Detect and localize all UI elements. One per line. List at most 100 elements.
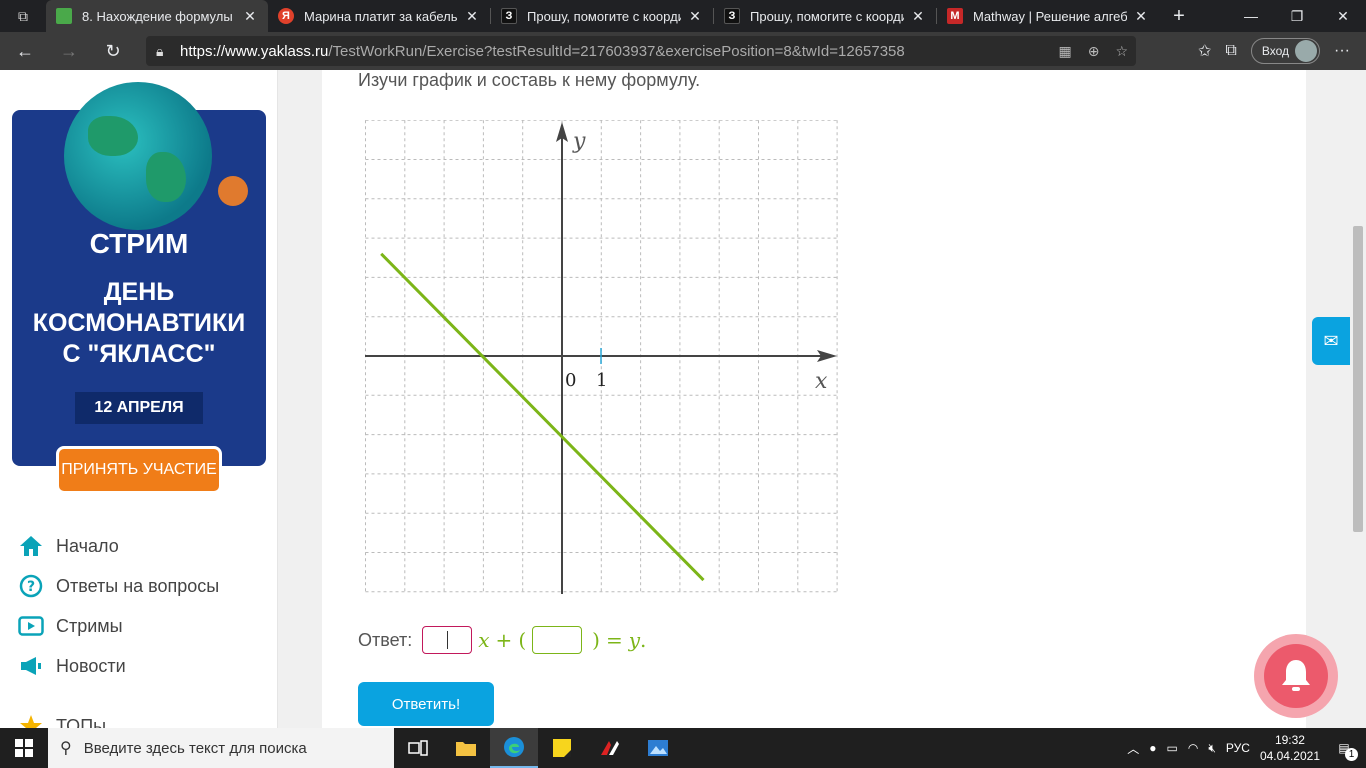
- question-icon: ?: [18, 573, 44, 599]
- svg-text:?: ?: [27, 579, 35, 595]
- close-icon[interactable]: ✕: [464, 8, 480, 25]
- edge-browser-icon[interactable]: [490, 728, 538, 768]
- forward-icon[interactable]: →: [50, 35, 88, 67]
- promo-date: 12 АПРЕЛЯ: [75, 392, 203, 424]
- file-explorer-icon[interactable]: [442, 728, 490, 768]
- sidebar-item-label: Ответы на вопросы: [56, 575, 220, 596]
- login-label: Вход: [1261, 44, 1290, 58]
- home-icon: [18, 533, 44, 559]
- formula-close-paren: ): [592, 628, 600, 652]
- tab-0[interactable]: 8. Нахождение формулы линейной функции ✕: [46, 0, 268, 32]
- volume-muted-icon[interactable]: 🔇︎: [1208, 741, 1216, 756]
- search-placeholder: Введите здесь текст для поиска: [83, 739, 307, 757]
- windows-start-icon[interactable]: [0, 728, 48, 768]
- reading-view-icon[interactable]: ▦: [1058, 43, 1071, 60]
- battery-icon[interactable]: ▭: [1167, 741, 1178, 755]
- reload-icon[interactable]: ↻: [94, 35, 132, 67]
- profile-button[interactable]: Вход: [1250, 38, 1321, 64]
- sidebar-menu: Начало ? Ответы на вопросы Стримы Новост…: [18, 526, 219, 728]
- search-icon: ⚲: [60, 740, 72, 757]
- page-scrollbar[interactable]: [1350, 70, 1366, 728]
- x-axis-label: x: [815, 369, 828, 394]
- browser-toolbar: ← → ↻ 🔒︎ https://www.yaklass.ru/TestWork…: [0, 32, 1366, 70]
- formula-open-paren: (: [518, 628, 527, 652]
- participate-button[interactable]: ПРИНЯТЬ УЧАСТИЕ: [56, 446, 222, 494]
- more-icon[interactable]: ···: [1334, 42, 1350, 60]
- close-icon[interactable]: ✕: [687, 8, 703, 25]
- favorites-icon[interactable]: ✩: [1198, 41, 1211, 61]
- clock[interactable]: 19:32 04.04.2021: [1260, 732, 1320, 764]
- scrollbar-thumb[interactable]: [1353, 226, 1363, 532]
- new-tab-button[interactable]: +: [1159, 0, 1199, 32]
- action-center-icon[interactable]: ▤ 1: [1330, 741, 1358, 761]
- promo-banner[interactable]: СТРИМ ДЕНЬ КОСМОНАВТИКИ С "ЯКЛАСС" 12 АП…: [12, 82, 266, 494]
- sidebar-item-streams[interactable]: Стримы: [18, 606, 219, 646]
- close-icon[interactable]: ✕: [242, 8, 258, 25]
- clock-date: 04.04.2021: [1259, 749, 1320, 763]
- collections-icon[interactable]: ⧉: [1225, 42, 1236, 60]
- yaklass-icon: [56, 8, 72, 24]
- notification-bell-button[interactable]: [1254, 634, 1338, 718]
- back-icon[interactable]: ←: [6, 35, 44, 67]
- sidebar-item-tops[interactable]: ТОПы: [18, 706, 219, 728]
- close-icon[interactable]: ✕: [1133, 8, 1149, 25]
- formula-plus: +: [495, 628, 513, 652]
- address-bar[interactable]: 🔒︎ https://www.yaklass.ru/TestWorkRun/Ex…: [146, 36, 1136, 66]
- tab-actions-icon[interactable]: ⧉: [0, 0, 46, 32]
- wifi-icon[interactable]: ◠: [1188, 741, 1198, 755]
- chevron-up-icon[interactable]: ︿: [1127, 740, 1139, 757]
- windows-taskbar: ⚲ Введите здесь текст для поиска ︿ ● ▭ ◠…: [0, 728, 1366, 768]
- sticky-notes-icon[interactable]: [538, 728, 586, 768]
- yandex-icon: Я: [278, 8, 294, 24]
- taskbar-search-input[interactable]: ⚲ Введите здесь текст для поиска: [48, 728, 394, 768]
- sidebar-item-label: Новости: [56, 655, 126, 676]
- tab-1[interactable]: Я Марина платит за кабельное тв ✕: [268, 0, 490, 32]
- promo-subtitle-3: С "ЯКЛАСС": [62, 340, 216, 368]
- formula-dot: .: [640, 628, 647, 652]
- slope-input[interactable]: [422, 626, 473, 654]
- antivirus-icon[interactable]: ●: [1149, 741, 1156, 755]
- app-icon[interactable]: [586, 728, 634, 768]
- add-favorite-icon[interactable]: ☆: [1115, 43, 1128, 60]
- task-view-icon[interactable]: [394, 728, 442, 768]
- zoom-icon[interactable]: ⊕: [1088, 43, 1100, 60]
- znanija-icon: З: [501, 8, 517, 24]
- maximize-icon[interactable]: ❐: [1274, 0, 1320, 32]
- lock-icon: 🔒︎: [156, 42, 164, 59]
- answer-row: Ответ: x + ( ) = y .: [358, 626, 646, 654]
- tab-title: 8. Нахождение формулы линейной функции: [82, 8, 236, 24]
- planet-illustration: [64, 82, 212, 230]
- star-icon: [18, 713, 44, 728]
- znanija-icon: З: [724, 8, 740, 24]
- intercept-input[interactable]: [532, 626, 583, 654]
- sidebar-item-home[interactable]: Начало: [18, 526, 219, 566]
- sidebar-item-label: Стримы: [56, 615, 123, 636]
- y-axis-label: y: [572, 129, 586, 154]
- sidebar-item-answers[interactable]: ? Ответы на вопросы: [18, 566, 219, 606]
- minimize-icon[interactable]: —: [1228, 0, 1274, 32]
- formula-equals: =: [605, 628, 623, 652]
- window-controls: — ❐ ✕: [1228, 0, 1366, 32]
- notification-count: 1: [1345, 748, 1358, 761]
- submit-answer-button[interactable]: Ответить!: [358, 682, 494, 726]
- sidebar-item-label: ТОПы: [56, 715, 107, 729]
- feedback-mail-icon[interactable]: ✉: [1312, 317, 1350, 365]
- megaphone-icon: [18, 653, 44, 679]
- address-bar-icons: ▦ ⊕ ☆: [1058, 36, 1128, 66]
- promo-title: СТРИМ: [89, 228, 189, 259]
- sidebar-item-news[interactable]: Новости: [18, 646, 219, 686]
- answer-label: Ответ:: [358, 629, 413, 650]
- close-window-icon[interactable]: ✕: [1320, 0, 1366, 32]
- tab-4[interactable]: M Mathway | Решение алгебраических задач…: [937, 0, 1159, 32]
- language-indicator[interactable]: РУС: [1226, 741, 1250, 755]
- tab-2[interactable]: З Прошу, помогите с координатами ✕: [491, 0, 713, 32]
- mathway-icon: M: [947, 8, 963, 24]
- tab-3[interactable]: З Прошу, помогите с координатами ✕: [714, 0, 936, 32]
- formula-y: y: [628, 628, 641, 652]
- play-icon: [18, 613, 44, 639]
- photos-icon[interactable]: [634, 728, 682, 768]
- avatar: [1295, 40, 1318, 62]
- close-icon[interactable]: ✕: [910, 8, 926, 25]
- system-tray: ︿ ● ▭ ◠ 🔇︎ РУС 19:32 04.04.2021 ▤ 1: [1127, 728, 1366, 768]
- bell-icon: [1264, 644, 1328, 708]
